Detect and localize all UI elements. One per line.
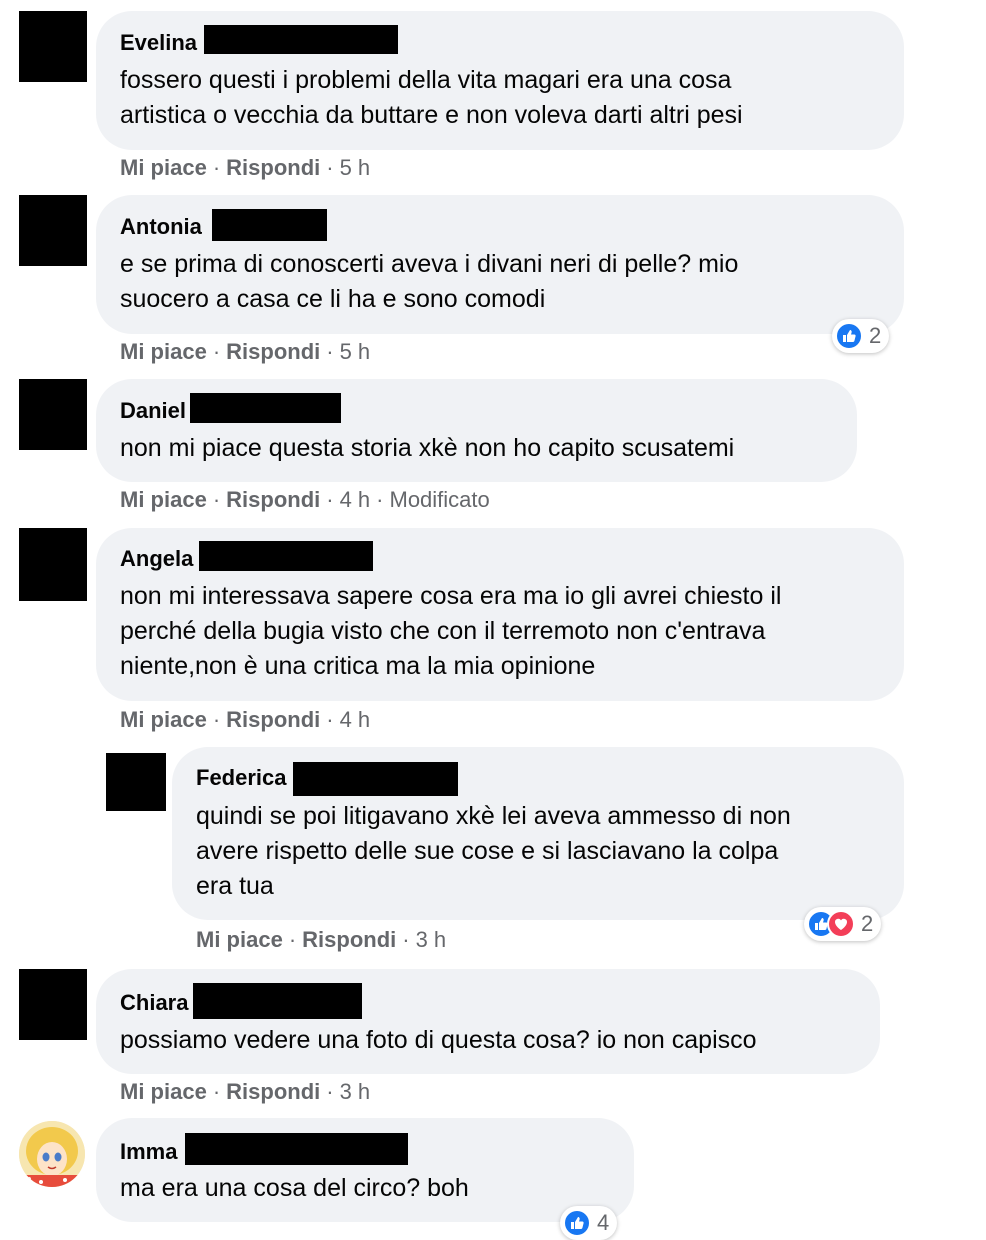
- redaction-bar: [293, 762, 458, 796]
- timestamp[interactable]: 3 h: [416, 927, 447, 952]
- reaction-count: 2: [861, 911, 874, 936]
- comment-author[interactable]: Chiara: [120, 990, 188, 1016]
- comment-author[interactable]: Angela: [120, 546, 193, 572]
- comment-author[interactable]: Daniel: [120, 398, 186, 424]
- like-button[interactable]: Mi piace: [120, 155, 207, 180]
- edited-label[interactable]: Modificato: [390, 487, 490, 512]
- redaction-bar: [185, 1133, 408, 1165]
- comment-text: non mi interessava sapere cosa era ma io…: [120, 582, 782, 680]
- like-button[interactable]: Mi piace: [120, 339, 207, 364]
- redaction-bar: [190, 393, 341, 423]
- reaction-summary[interactable]: 2: [804, 907, 882, 941]
- avatar[interactable]: [19, 11, 87, 82]
- love-icon: [827, 910, 855, 938]
- reply-button[interactable]: Rispondi: [302, 927, 396, 952]
- reaction-summary[interactable]: 2: [832, 319, 890, 353]
- redaction-bar: [193, 983, 362, 1019]
- reaction-count: 2: [869, 323, 882, 348]
- comment-text: possiamo vedere una foto di questa cosa?…: [120, 1026, 757, 1054]
- reaction-count: 4: [597, 1210, 610, 1235]
- reply-button[interactable]: Rispondi: [226, 487, 320, 512]
- comment-author[interactable]: Imma: [120, 1139, 177, 1165]
- comment-text: quindi se poi litigavano xkè lei aveva a…: [196, 802, 791, 900]
- timestamp[interactable]: 4 h: [340, 487, 371, 512]
- reply-button[interactable]: Rispondi: [226, 1079, 320, 1104]
- comment-author[interactable]: Antonia: [120, 214, 202, 240]
- like-icon: [835, 322, 863, 350]
- redaction-bar: [212, 209, 327, 241]
- comment-actions: Mi piace · Rispondi · 5 h: [120, 339, 371, 364]
- avatar[interactable]: [106, 753, 166, 811]
- avatar[interactable]: [19, 379, 87, 450]
- reply-button[interactable]: Rispondi: [226, 155, 320, 180]
- comment-text: ma era una cosa del circo? boh: [120, 1174, 469, 1202]
- timestamp[interactable]: 5 h: [340, 339, 371, 364]
- timestamp[interactable]: 5 h: [340, 155, 371, 180]
- reaction-summary[interactable]: 4: [560, 1206, 618, 1240]
- reply-button[interactable]: Rispondi: [226, 339, 320, 364]
- comment-text: non mi piace questa storia xkè non ho ca…: [120, 434, 735, 462]
- reply-button[interactable]: Rispondi: [226, 707, 320, 732]
- avatar[interactable]: [19, 195, 87, 266]
- comment-author[interactable]: Federica: [196, 765, 287, 791]
- comment-text: e se prima di conoscerti aveva i divani …: [120, 250, 739, 313]
- comment-actions: Mi piace · Rispondi · 4 h · Modificato: [120, 487, 490, 512]
- redaction-bar: [199, 541, 373, 571]
- avatar[interactable]: [19, 1121, 85, 1187]
- avatar[interactable]: [19, 969, 87, 1040]
- like-button[interactable]: Mi piace: [120, 1079, 207, 1104]
- avatar[interactable]: [19, 528, 87, 601]
- like-icon: [563, 1209, 591, 1237]
- comment-actions: Mi piace · Rispondi · 3 h: [120, 1079, 371, 1104]
- redaction-bar: [204, 25, 398, 54]
- like-button[interactable]: Mi piace: [120, 487, 207, 512]
- like-button[interactable]: Mi piace: [120, 707, 207, 732]
- comment-actions: Mi piace · Rispondi · 3 h: [196, 927, 447, 952]
- comment-author[interactable]: Evelina: [120, 30, 197, 56]
- comment-actions: Mi piace · Rispondi · 5 h: [120, 155, 371, 180]
- comment-actions: Mi piace · Rispondi · 4 h: [120, 707, 371, 732]
- comment-text: fossero questi i problemi della vita mag…: [120, 66, 743, 129]
- like-button[interactable]: Mi piace: [196, 927, 283, 952]
- timestamp[interactable]: 4 h: [340, 707, 371, 732]
- timestamp[interactable]: 3 h: [340, 1079, 371, 1104]
